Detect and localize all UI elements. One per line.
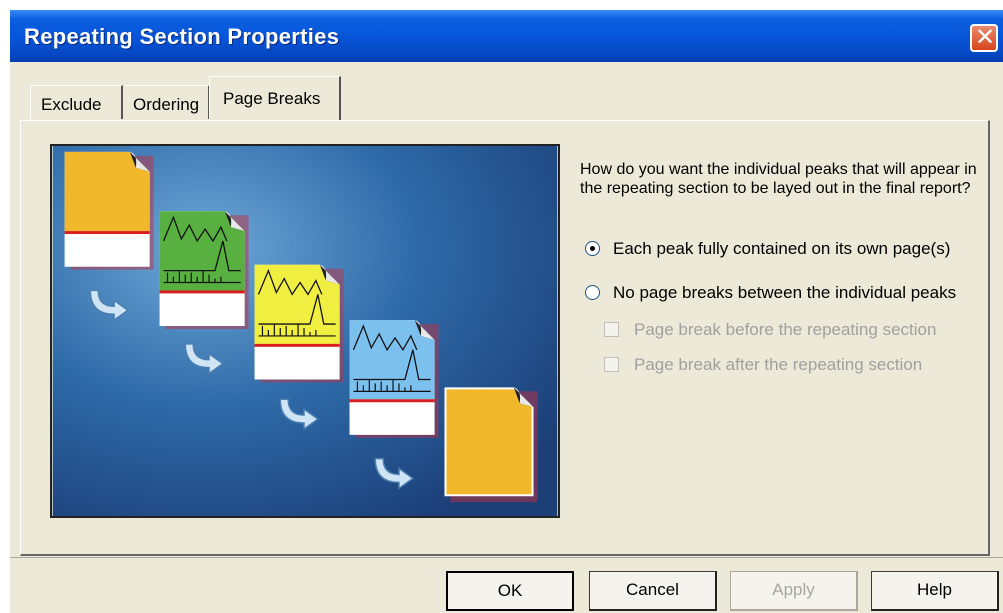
ok-button[interactable]: OK — [446, 571, 574, 611]
break-before-checkbox[interactable] — [604, 322, 619, 337]
dialog-window: Repeating Section Properties ✕ Exclude O… — [10, 10, 1003, 613]
page-5-icon — [444, 387, 538, 503]
page-4-icon — [349, 320, 439, 438]
tab-ordering[interactable]: Ordering — [124, 85, 210, 119]
cancel-button[interactable]: Cancel — [589, 571, 717, 611]
close-icon: ✕ — [975, 23, 996, 51]
break-after-checkbox[interactable] — [604, 357, 619, 372]
own-page-label: Each peak fully contained on its own pag… — [613, 239, 951, 258]
tab-exclude[interactable]: Exclude — [30, 85, 123, 119]
break-before-label: Page break before the repeating section — [634, 320, 937, 339]
page-1-icon — [64, 151, 154, 270]
tab-page-breaks[interactable]: Page Breaks — [209, 76, 341, 120]
tab-page-breaks-label: Page Breaks — [223, 89, 321, 108]
no-page-breaks-label: No page breaks between the individual pe… — [613, 283, 957, 302]
button-separator — [10, 557, 1003, 558]
title-bar[interactable]: Repeating Section Properties ✕ — [10, 10, 1003, 62]
tab-exclude-label: Exclude — [41, 95, 102, 114]
break-after-label: Page break after the repeating section — [634, 355, 923, 374]
tab-ordering-label: Ordering — [133, 95, 200, 114]
help-button[interactable]: Help — [871, 571, 999, 611]
page-3-icon — [254, 264, 344, 383]
own-page-radio[interactable] — [585, 241, 600, 256]
no-page-breaks-radio[interactable] — [585, 285, 600, 300]
page-2-icon — [159, 211, 249, 330]
window-title: Repeating Section Properties — [24, 24, 340, 49]
page-breaks-illustration — [50, 144, 560, 518]
apply-button[interactable]: Apply — [730, 571, 858, 611]
close-button[interactable]: ✕ — [970, 23, 998, 52]
layout-question: How do you want the individual peaks tha… — [580, 161, 977, 197]
